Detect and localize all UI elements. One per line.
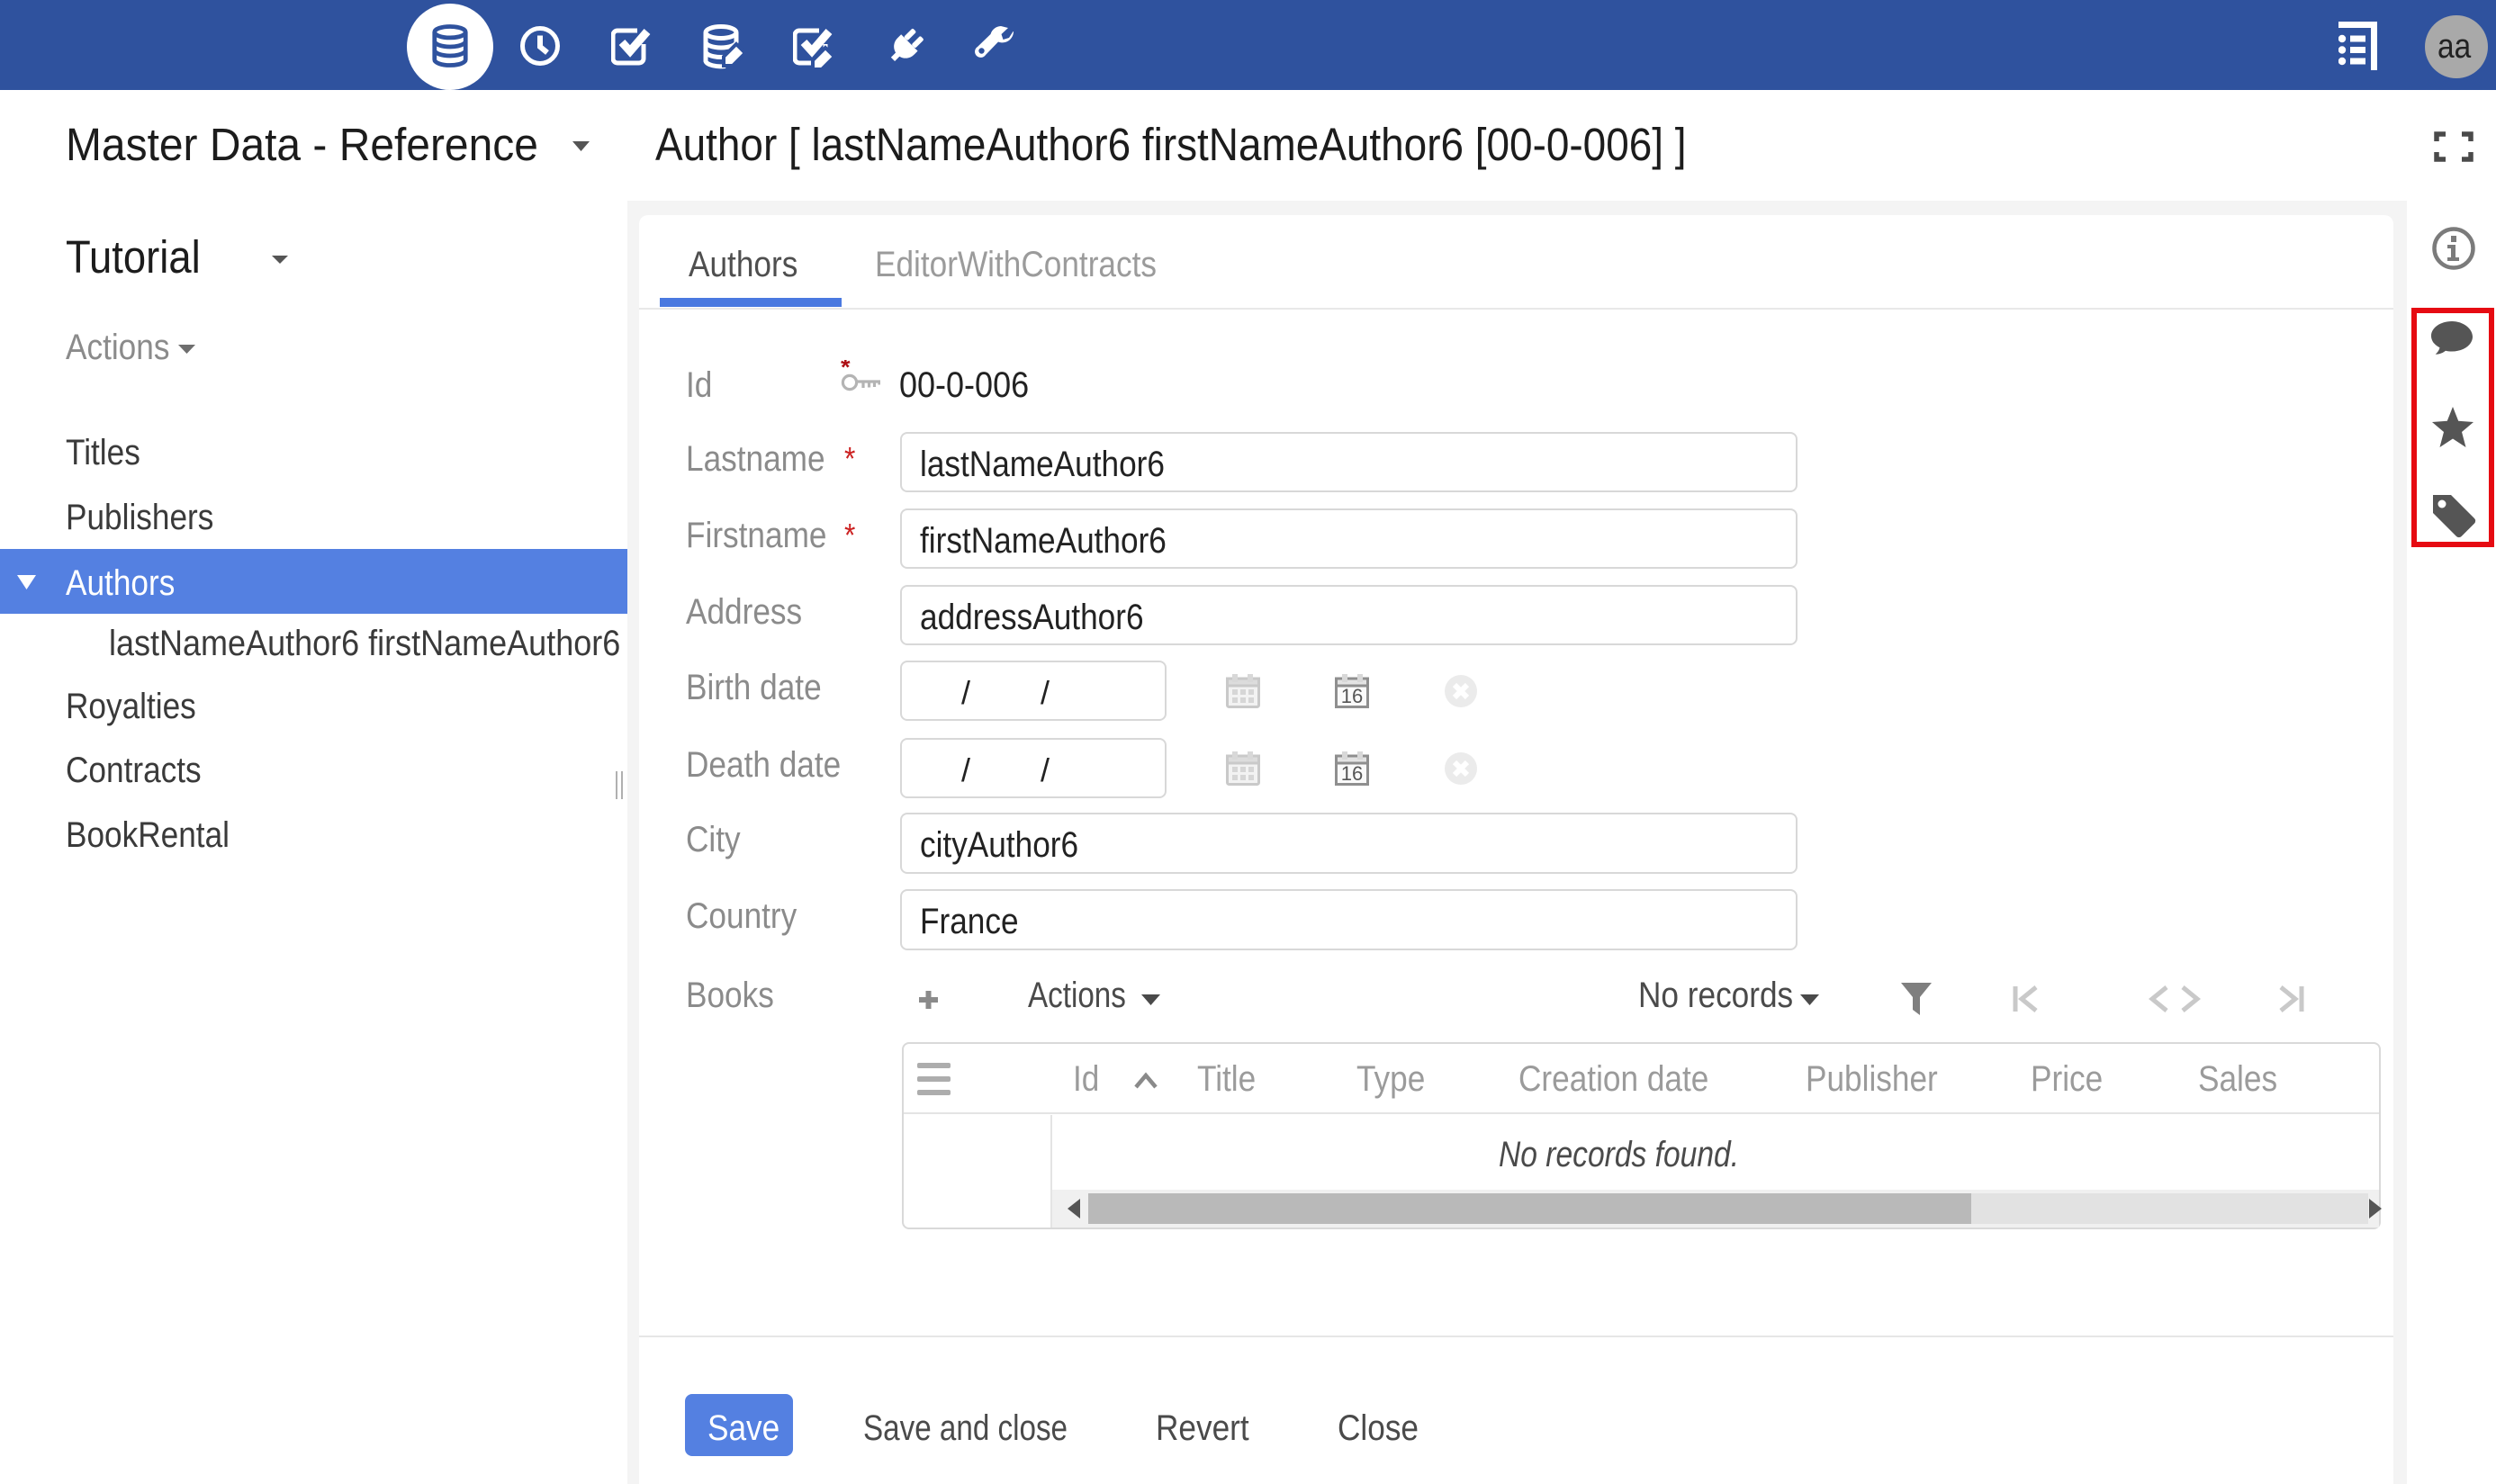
svg-text:*: * bbox=[841, 360, 851, 381]
svg-text:16: 16 bbox=[1341, 762, 1363, 785]
svg-text:16: 16 bbox=[1341, 685, 1363, 707]
